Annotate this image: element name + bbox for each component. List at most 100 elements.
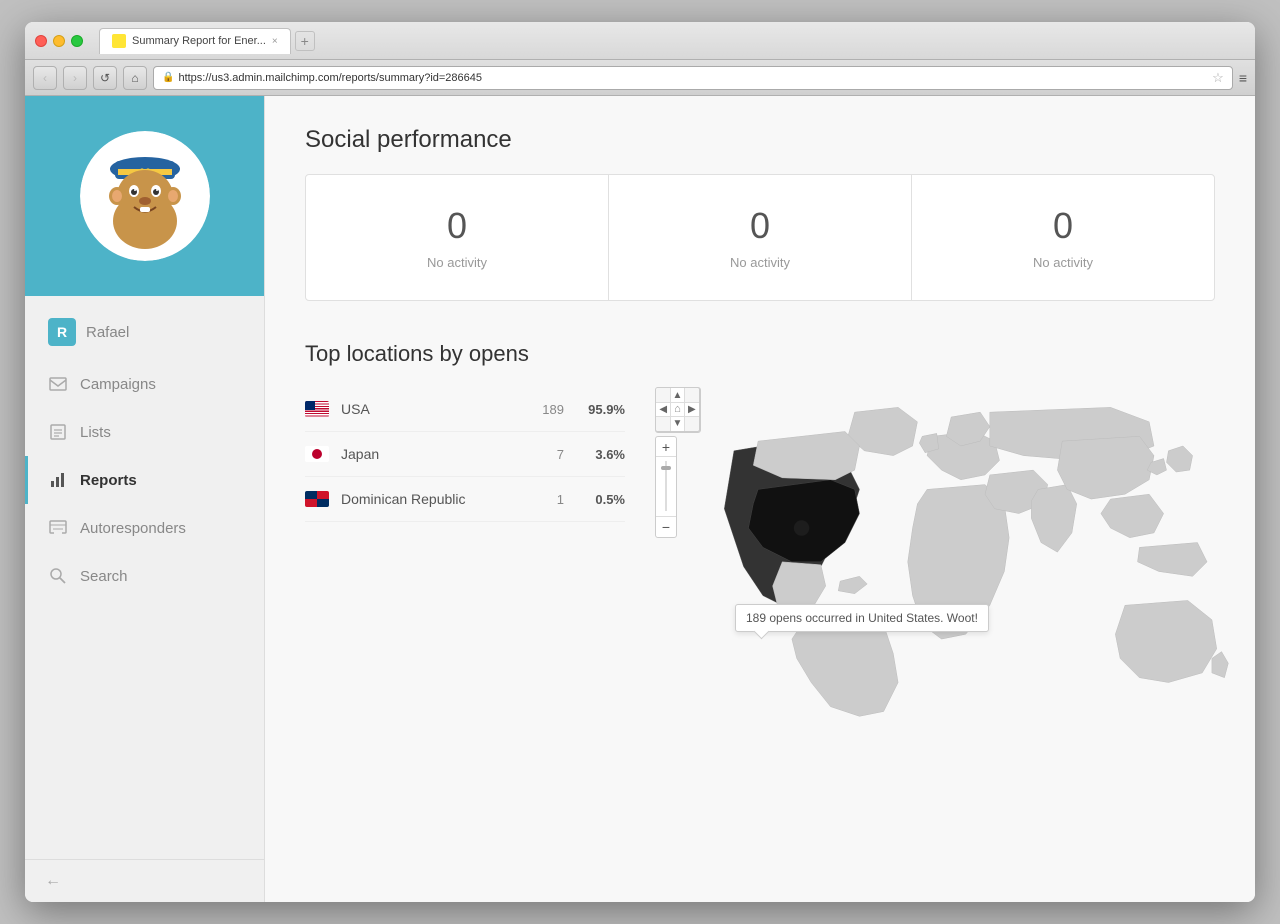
sidebar-item-search[interactable]: Search: [25, 552, 264, 600]
world-map-svg: [705, 387, 1255, 727]
map-ctrl-sw: [656, 417, 670, 431]
collapse-sidebar-button[interactable]: ←: [45, 872, 61, 889]
autoresponders-label: Autoresponders: [80, 520, 186, 537]
refresh-button[interactable]: ↺: [93, 66, 117, 90]
dr-red-1: [317, 491, 329, 499]
japan-flag-icon: [305, 446, 329, 462]
dr-red-2: [305, 499, 317, 507]
usa-flag-icon: [305, 401, 329, 417]
browser-menu-button[interactable]: ≡: [1239, 70, 1247, 86]
map-home-button[interactable]: ⌂: [670, 402, 684, 416]
location-count-usa: 189: [542, 402, 564, 417]
main-content: Social performance 0 No activity 0 No ac…: [265, 96, 1255, 902]
map-zoom-in-button[interactable]: +: [656, 437, 676, 457]
social-card-1: 0 No activity: [609, 175, 912, 300]
address-bar[interactable]: 🔒 https://us3.admin.mailchimp.com/report…: [153, 66, 1233, 90]
autoresponders-icon: [48, 518, 68, 538]
location-pct-japan: 3.6%: [580, 447, 625, 462]
location-pct-dr: 0.5%: [580, 492, 625, 507]
map-zoom-out-button[interactable]: −: [656, 517, 676, 537]
close-window-button[interactable]: [35, 35, 47, 47]
sidebar-nav: R Rafael Campaigns: [25, 296, 264, 859]
location-pct-usa: 95.9%: [580, 402, 625, 417]
social-card-2: 0 No activity: [912, 175, 1214, 300]
mailchimp-logo: M: [80, 131, 210, 261]
country-name-dr: Dominican Republic: [341, 491, 545, 507]
lists-label: Lists: [80, 424, 111, 441]
dr-flag-icon: [305, 491, 329, 507]
sidebar-item-user[interactable]: R Rafael: [25, 304, 264, 360]
sidebar-item-reports[interactable]: Reports: [25, 456, 264, 504]
usa-canton: [305, 401, 315, 410]
map-zoom-controls: + −: [655, 436, 677, 538]
browser-titlebar: Summary Report for Ener... × +: [25, 22, 1255, 60]
forward-icon: ›: [73, 71, 77, 85]
refresh-icon: ↺: [100, 71, 110, 85]
bookmark-icon[interactable]: ☆: [1212, 70, 1224, 86]
traffic-lights: [35, 35, 83, 47]
maximize-window-button[interactable]: [71, 35, 83, 47]
map-ctrl-se: [685, 417, 699, 431]
reports-label: Reports: [80, 472, 137, 489]
sidebar-item-lists[interactable]: Lists: [25, 408, 264, 456]
map-pan-down-button[interactable]: ▼: [670, 417, 684, 431]
top-locations-title: Top locations by opens: [305, 341, 1215, 367]
map-pan-left-button[interactable]: ◀: [656, 402, 670, 416]
map-pan-right-button[interactable]: ▶: [685, 402, 699, 416]
map-pan-controls: ▲ ◀ ⌂ ▶ ▼: [655, 387, 700, 432]
map-zoom-slider[interactable]: [656, 457, 676, 517]
social-performance-title: Social performance: [305, 126, 1215, 154]
tab-close-button[interactable]: ×: [272, 36, 278, 47]
url-text: https://us3.admin.mailchimp.com/reports/…: [178, 72, 482, 84]
country-name-japan: Japan: [341, 446, 545, 462]
avatar-letter: R: [57, 324, 67, 340]
social-card-number-2: 0: [932, 205, 1194, 247]
browser-toolbar: ‹ › ↺ ⌂ 🔒 https://us3.admin.mailchimp.co…: [25, 60, 1255, 96]
location-count-japan: 7: [557, 447, 564, 462]
campaigns-icon: [48, 374, 68, 394]
lock-icon: 🔒: [162, 72, 174, 83]
sidebar: M: [25, 96, 265, 902]
sidebar-footer: ←: [25, 859, 264, 902]
dr-blue-2: [317, 499, 329, 507]
social-card-number-0: 0: [326, 205, 588, 247]
username-label: Rafael: [86, 324, 129, 341]
minimize-window-button[interactable]: [53, 35, 65, 47]
home-button[interactable]: ⌂: [123, 66, 147, 90]
new-tab-button[interactable]: +: [295, 31, 315, 51]
map-control-group: ▲ ◀ ⌂ ▶ ▼ +: [655, 387, 700, 538]
locations-list: USA 189 95.9% Japan 7 3.6%: [305, 387, 625, 732]
map-pan-up-button[interactable]: ▲: [670, 388, 684, 402]
browser-window: Summary Report for Ener... × + ‹ › ↺ ⌂ 🔒…: [25, 22, 1255, 902]
tab-favicon: [112, 34, 126, 48]
sidebar-item-campaigns[interactable]: Campaigns: [25, 360, 264, 408]
search-icon: [48, 566, 68, 586]
active-tab[interactable]: Summary Report for Ener... ×: [99, 28, 291, 54]
map-ctrl-ne: [685, 388, 699, 402]
location-row-japan: Japan 7 3.6%: [305, 432, 625, 477]
app-layout: M: [25, 96, 1255, 902]
social-card-label-1: No activity: [629, 255, 891, 270]
home-icon: ⌂: [131, 71, 138, 85]
social-card-label-0: No activity: [326, 255, 588, 270]
sidebar-header: M: [25, 96, 264, 296]
world-map-container: ▲ ◀ ⌂ ▶ ▼ +: [655, 387, 1215, 732]
search-label: Search: [80, 568, 128, 585]
back-button[interactable]: ‹: [33, 66, 57, 90]
sidebar-item-autoresponders[interactable]: Autoresponders: [25, 504, 264, 552]
locations-layout: USA 189 95.9% Japan 7 3.6%: [305, 387, 1215, 732]
dr-blue-1: [305, 491, 317, 499]
location-count-dr: 1: [557, 492, 564, 507]
social-card-label-2: No activity: [932, 255, 1194, 270]
back-icon: ‹: [43, 71, 47, 85]
user-avatar: R: [48, 318, 76, 346]
japan-dot: [312, 449, 322, 459]
country-name-usa: USA: [341, 401, 530, 417]
location-row-usa: USA 189 95.9%: [305, 387, 625, 432]
lists-icon: [48, 422, 68, 442]
campaigns-label: Campaigns: [80, 376, 156, 393]
social-performance-cards: 0 No activity 0 No activity 0 No activit…: [305, 174, 1215, 301]
forward-button[interactable]: ›: [63, 66, 87, 90]
location-row-dr: Dominican Republic 1 0.5%: [305, 477, 625, 522]
social-card-0: 0 No activity: [306, 175, 609, 300]
